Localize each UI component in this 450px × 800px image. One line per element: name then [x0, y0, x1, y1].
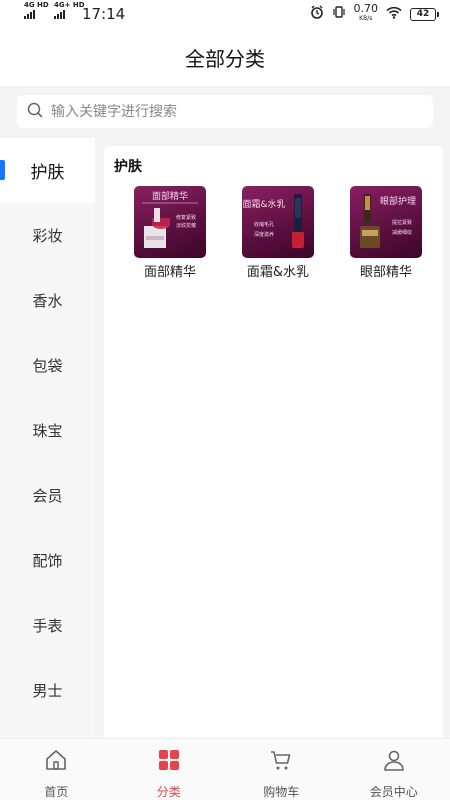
sidebar-item-label: 男士 — [32, 682, 63, 700]
tab-member-center[interactable]: 会员中心 — [338, 739, 450, 800]
product-grid: 面部精华 修复紧致 淡纹抗皱 面部精华 面霜&水乳 收缩毛孔 深度滋养 面霜&水… — [104, 186, 443, 280]
sidebar-item-label: 护肤 — [30, 163, 65, 183]
net-speed-unit: KB/s — [359, 15, 373, 22]
signal-1-label: 4G HD — [24, 0, 49, 9]
image-caption: 面部精华 — [152, 190, 188, 202]
product-label: 面部精华 — [143, 265, 196, 280]
sidebar-item-accessories[interactable]: 配饰 — [0, 528, 95, 593]
page-header: 全部分类 — [0, 28, 450, 86]
product-image: 眼部护理 提拉紧致 减缓细纹 — [350, 186, 422, 258]
tab-label: 会员中心 — [369, 785, 418, 799]
image-line: 修复紧致 — [176, 214, 196, 221]
sidebar-item-label: 会员 — [32, 487, 63, 505]
sidebar-item-label: 包袋 — [32, 357, 63, 375]
product-tile-eye-serum[interactable]: 眼部护理 提拉紧致 减缓细纹 眼部精华 — [332, 186, 440, 280]
sidebar-item-men[interactable]: 男士 — [0, 658, 95, 723]
image-caption: 眼部护理 — [380, 195, 416, 207]
clock: 17:14 — [82, 5, 126, 23]
tab-label: 购物车 — [263, 785, 300, 799]
page-title: 全部分类 — [185, 46, 265, 71]
sidebar-item-jewelry[interactable]: 珠宝 — [0, 398, 95, 463]
panel-title: 护肤 — [114, 159, 142, 175]
sidebar-item-label: 香水 — [32, 292, 63, 310]
product-image: 面部精华 修复紧致 淡纹抗皱 — [134, 186, 206, 258]
battery-icon: 42 — [410, 7, 439, 21]
sidebar-item-label: 手表 — [32, 617, 63, 635]
battery-level: 42 — [416, 8, 430, 19]
category-content: 护肤 彩妆 香水 包袋 珠宝 会员 配饰 手表 男士 护肤 面部精华 修复紧致 … — [0, 138, 450, 738]
product-tile-face-serum[interactable]: 面部精华 修复紧致 淡纹抗皱 面部精华 — [116, 186, 224, 280]
sidebar-item-label: 彩妆 — [32, 227, 63, 245]
search-icon — [27, 102, 43, 122]
sidebar-item-label: 配饰 — [32, 552, 63, 570]
bottom-tab-bar: 首页 分类 购物车 会员中心 — [0, 738, 450, 800]
user-icon — [382, 748, 406, 776]
tab-category[interactable]: 分类 — [113, 739, 226, 800]
tab-home[interactable]: 首页 — [0, 739, 113, 800]
tab-cart[interactable]: 购物车 — [225, 739, 338, 800]
tab-label: 首页 — [44, 785, 69, 799]
sidebar-item-membership[interactable]: 会员 — [0, 463, 95, 528]
product-label: 眼部精华 — [359, 265, 412, 280]
category-icon — [157, 748, 181, 776]
sidebar-item-makeup[interactable]: 彩妆 — [0, 203, 95, 268]
image-line: 收缩毛孔 — [254, 221, 274, 228]
search-box[interactable] — [17, 95, 433, 128]
net-speed: 0.70 KB/s — [354, 3, 379, 24]
signal-2-label: 4G+ HD — [54, 0, 85, 9]
product-tile-cream-lotion[interactable]: 面霜&水乳 收缩毛孔 深度滋养 面霜&水乳 — [224, 186, 332, 280]
signal-2-icon: 4G+ HD — [54, 1, 85, 19]
sidebar-item-watches[interactable]: 手表 — [0, 593, 95, 658]
category-sidebar: 护肤 彩妆 香水 包袋 珠宝 会员 配饰 手表 男士 — [0, 138, 95, 738]
alarm-icon — [310, 5, 324, 23]
image-line: 提拉紧致 — [392, 219, 412, 226]
wifi-icon — [386, 6, 402, 23]
sidebar-item-bags[interactable]: 包袋 — [0, 333, 95, 398]
image-caption: 面霜&水乳 — [242, 198, 285, 210]
sidebar-item-perfume[interactable]: 香水 — [0, 268, 95, 333]
product-image: 面霜&水乳 收缩毛孔 深度滋养 — [242, 186, 314, 258]
image-line: 深度滋养 — [254, 231, 274, 238]
status-bar: 4G HD 4G+ HD 17:14 0.70 KB/s 42 — [0, 0, 450, 28]
search-input[interactable] — [51, 103, 411, 120]
sidebar-item-label: 珠宝 — [32, 422, 63, 440]
signal-1-icon: 4G HD — [24, 1, 49, 19]
vibrate-icon — [332, 5, 346, 23]
image-line: 减缓细纹 — [392, 229, 412, 236]
sidebar-item-skincare[interactable]: 护肤 — [0, 138, 95, 203]
subcategory-panel: 护肤 面部精华 修复紧致 淡纹抗皱 面部精华 面霜&水乳 收缩毛孔 深度滋养 面… — [104, 146, 443, 738]
image-line: 淡纹抗皱 — [176, 222, 196, 229]
cart-icon — [269, 748, 293, 776]
product-label: 面霜&水乳 — [246, 265, 310, 280]
home-icon — [44, 748, 68, 776]
search-bar — [0, 86, 450, 138]
tab-label: 分类 — [156, 785, 181, 799]
